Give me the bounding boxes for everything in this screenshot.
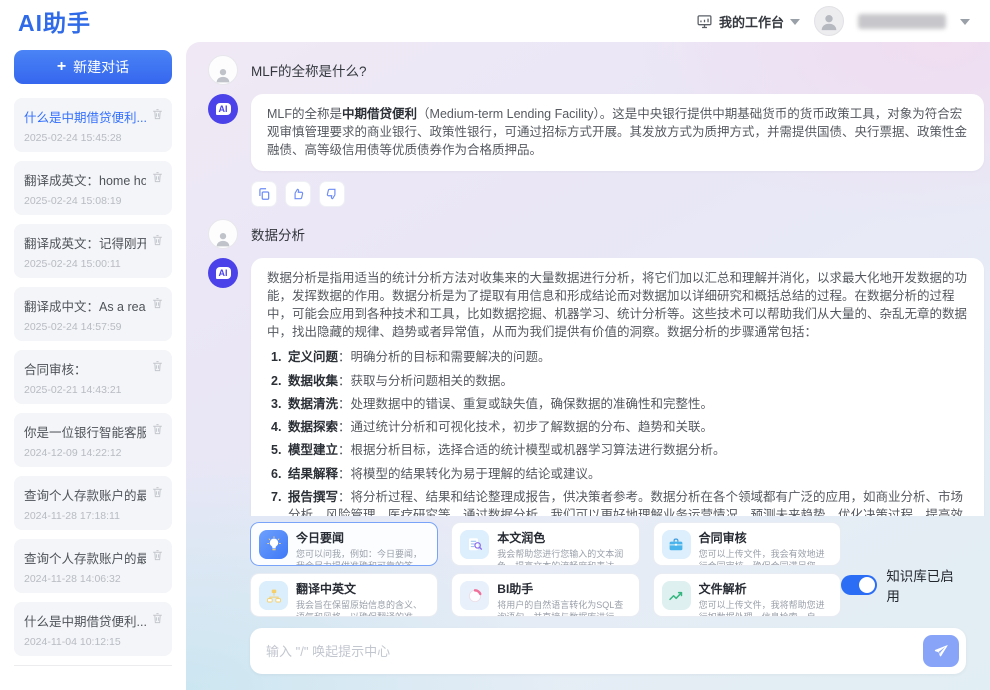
user-message-row: MLF的全称是什么? [208,55,985,85]
composer [250,628,966,674]
person-icon [818,10,840,32]
history-item[interactable]: 翻译成英文：home home 2025-02-24 15:08:19 [14,161,172,215]
ai-avatar: AI [208,258,238,288]
knowledge-base-toggle[interactable] [841,575,877,595]
card-daily-news[interactable]: 今日要闻 您可以问我，例如：今日要闻，我会尽力提供准确和可靠的答案。 [250,522,438,566]
trash-icon[interactable] [151,548,164,562]
username-redacted[interactable] [858,14,946,29]
card-text-polish[interactable]: 本文润色 我会帮助您进行您输入的文本润色，提高文本的流畅度和表达效果。 [451,522,639,566]
card-translate[interactable]: 翻译中英文 我会旨在保留原始信息的含义、语气和风格，以确保翻译的准确性和自然流畅… [250,573,438,617]
toggle-knob [859,577,875,593]
trash-icon[interactable] [151,485,164,499]
workspace-button[interactable]: 我的工作台 [696,12,800,31]
plus-icon: + [57,59,66,75]
history-item[interactable]: 翻译成中文：As a reader... 2025-02-24 14:57:59 [14,287,172,341]
history-item[interactable]: 查询个人存款账户的最新... 2024-11-28 17:18:11 [14,476,172,530]
briefcase-icon [667,536,685,554]
ai-message-card: MLF的全称是中期借贷便利（Medium-term Lending Facili… [251,94,984,171]
top-bar: AI助手 我的工作台 [0,0,990,42]
card-file-parse[interactable]: 文件解析 您可以上传文件，我将帮助您进行如数据处理、信息检索、自动化办公等。 [653,573,841,617]
user-message-row: 数据分析 [208,219,985,249]
card-contract-review[interactable]: 合同审核 您可以上传文件，我会有效地进行合同审核，确保合同满足您的业务需求。 [653,522,841,566]
doc-magnifier-icon [466,536,484,554]
copy-button[interactable] [251,181,277,207]
step-item: 7.报告撰写：将分析过程、结果和结论整理成报告，供决策者参考。数据分析在各个领域… [267,489,968,516]
lightbulb-icon [265,536,283,554]
history-item[interactable]: 你是一位银行智能客服，... 2024-12-09 14:22:12 [14,413,172,467]
user-message-text: MLF的全称是什么? [251,60,367,80]
analysis-steps: 1.定义问题：明确分析的目标和需要解决的问题。 2.数据收集：获取与分析问题相关… [267,349,968,516]
translate-structure-icon [265,587,283,605]
message-input[interactable] [250,628,966,674]
send-icon [933,643,949,659]
step-item: 4.数据探索：通过统计分析和可视化技术，初步了解数据的分布、趋势和关联。 [267,419,968,437]
knowledge-base-toggle-group: 知识库已启用 [841,565,966,617]
ai-badge: AI [216,267,231,279]
ai-message-row: AI MLF的全称是中期借贷便利（Medium-term Lending Fac… [208,94,985,171]
chevron-down-icon [790,19,800,25]
dislike-button[interactable] [319,181,345,207]
step-item: 2.数据收集：获取与分析问题相关的数据。 [267,373,968,391]
workspace-label: 我的工作台 [719,12,784,31]
bold-term: 中期借贷便利 [342,107,417,121]
user-avatar[interactable] [814,6,844,36]
analysis-intro: 数据分析是指用适当的统计分析方法对收集来的大量数据进行分析，将它们加以汇总和理解… [267,271,967,338]
user-message-text: 数据分析 [251,224,305,244]
thumbs-down-icon [325,187,339,201]
history-item[interactable]: 什么是中期借贷便利... 2025-02-24 15:45:28 [14,98,172,152]
monitor-icon [696,13,713,30]
person-icon [213,229,233,248]
ai-message-card: 数据分析是指用适当的统计分析方法对收集来的大量数据进行分析，将它们加以汇总和理解… [251,258,984,516]
message-actions [251,181,985,207]
new-chat-label: 新建对话 [73,57,129,77]
message-list: MLF的全称是什么? AI MLF的全称是中期借贷便利（Medium-term … [186,42,990,516]
history-item[interactable]: 合同审核： 2025-02-21 14:43:21 [14,350,172,404]
history-list-divider [14,665,172,666]
user-message-avatar [208,219,238,249]
knowledge-base-label: 知识库已启用 [886,565,966,605]
copy-icon [257,187,271,201]
send-button[interactable] [923,635,959,667]
trash-icon[interactable] [151,107,164,121]
trash-icon[interactable] [151,233,164,247]
trend-arrow-icon [667,587,685,605]
ai-badge: AI [216,103,231,115]
thumbs-up-icon [291,187,305,201]
pie-chart-icon [466,587,484,605]
ai-avatar: AI [208,94,238,124]
trash-icon[interactable] [151,296,164,310]
ai-message-row: AI 数据分析是指用适当的统计分析方法对收集来的大量数据进行分析，将它们加以汇总… [208,258,985,516]
trash-icon[interactable] [151,611,164,625]
history-item[interactable]: 翻译成英文：记得刚开始... 2025-02-24 15:00:11 [14,224,172,278]
trash-icon[interactable] [151,359,164,373]
like-button[interactable] [285,181,311,207]
trash-icon[interactable] [151,422,164,436]
composer-section: 今日要闻 您可以问我，例如：今日要闻，我会尽力提供准确和可靠的答案。 本文润色 … [186,516,990,690]
trash-icon[interactable] [151,170,164,184]
person-icon [213,65,233,84]
history-item[interactable]: 什么是中期借贷便利... 2024-11-04 10:12:15 [14,602,172,656]
quick-action-cards: 今日要闻 您可以问我，例如：今日要闻，我会尽力提供准确和可靠的答案。 本文润色 … [250,522,841,617]
new-chat-button[interactable]: + 新建对话 [14,50,172,84]
card-bi-assistant[interactable]: BI助手 将用户的自然语言转化为SQL查询语句，并直接与数据库进行交互，返回智能… [451,573,639,617]
step-item: 5.模型建立：根据分析目标，选择合适的统计模型或机器学习算法进行数据分析。 [267,442,968,460]
sidebar: + 新建对话 什么是中期借贷便利... 2025-02-24 15:45:28 … [0,42,186,690]
chat-panel: MLF的全称是什么? AI MLF的全称是中期借贷便利（Medium-term … [186,42,990,690]
step-item: 6.结果解释：将模型的结果转化为易于理解的结论或建议。 [267,466,968,484]
step-item: 1.定义问题：明确分析的目标和需要解决的问题。 [267,349,968,367]
history-item[interactable]: 查询个人存款账户的最新... 2024-11-28 14:06:32 [14,539,172,593]
user-message-avatar [208,55,238,85]
chevron-down-icon [960,19,970,25]
app-logo: AI助手 [18,4,91,38]
step-item: 3.数据清洗：处理数据中的错误、重复或缺失值，确保数据的准确性和完整性。 [267,396,968,414]
app-window: AI助手 我的工作台 + 新建对话 什么是中期借贷便利.. [0,0,990,690]
